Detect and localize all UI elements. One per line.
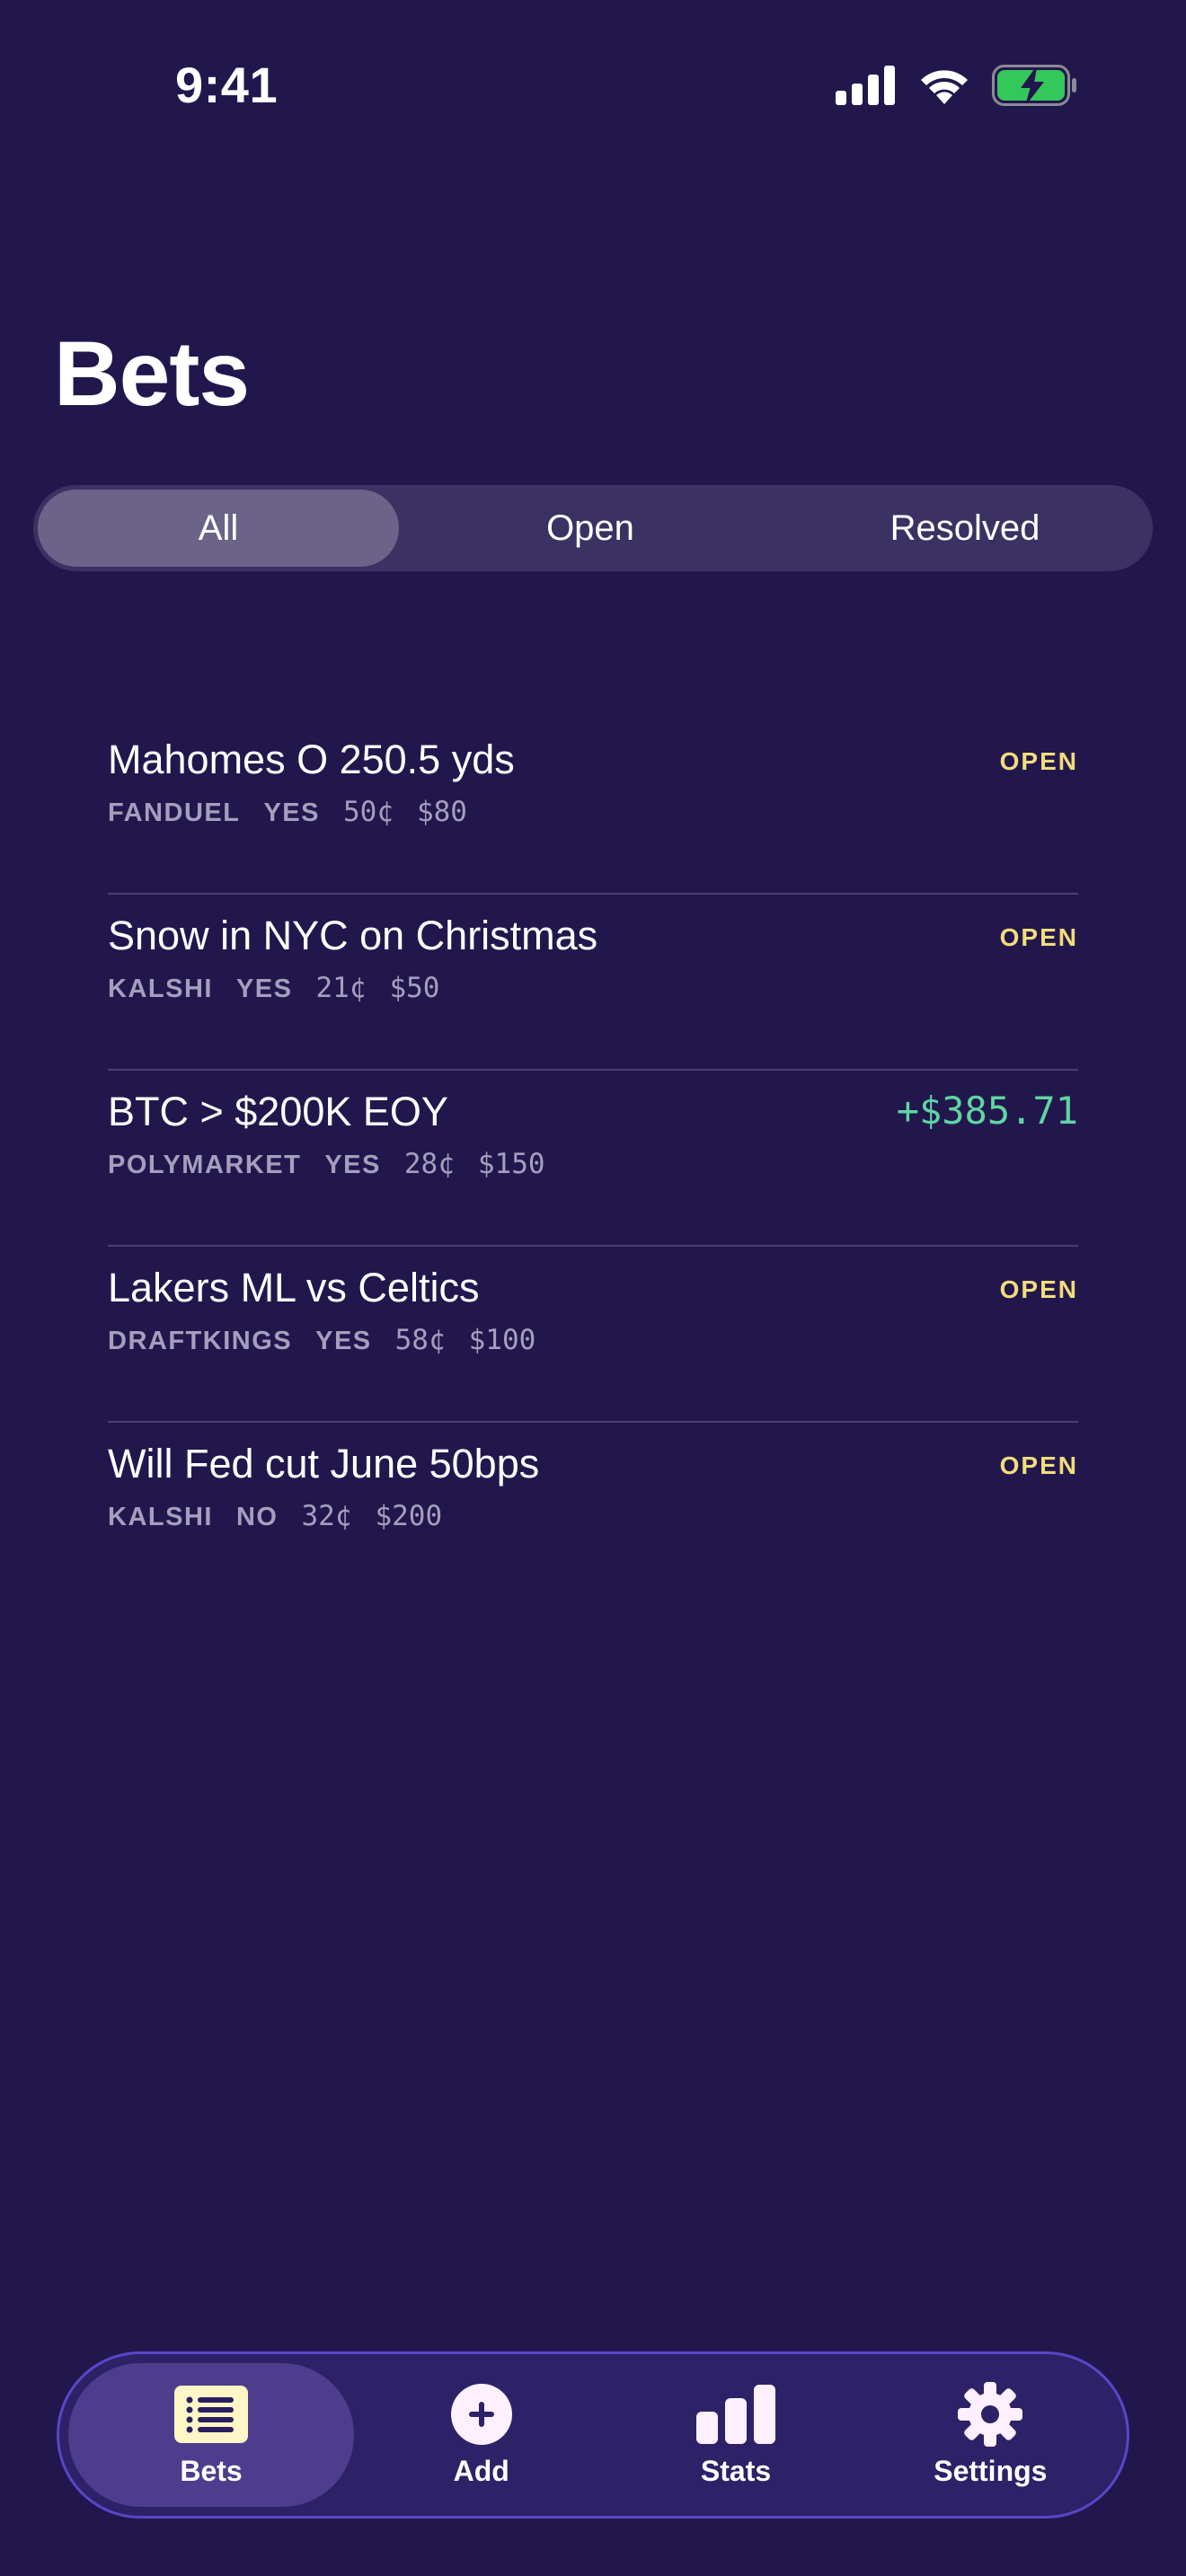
- bet-book: POLYMARKET: [108, 1151, 302, 1179]
- bet-book: FANDUEL: [108, 798, 241, 827]
- list-icon: [174, 2383, 249, 2446]
- bet-meta: FANDUEL YES 50¢ $80: [108, 796, 467, 828]
- bet-title: Will Fed cut June 50bps: [108, 1441, 540, 1486]
- bet-pnl: +$385.71: [896, 1089, 1078, 1133]
- bet-side: NO: [235, 1503, 279, 1531]
- bet-row[interactable]: Mahomes O 250.5 yds FANDUEL YES 50¢ $80 …: [108, 719, 1078, 895]
- bet-stake: $50: [389, 972, 440, 1004]
- wifi-icon: [921, 70, 968, 104]
- bet-stake: $80: [416, 796, 467, 828]
- tab-bar: Bets Add Stats Settings: [57, 2351, 1129, 2519]
- bet-price: 32¢: [301, 1500, 352, 1532]
- bet-meta: DRAFTKINGS YES 58¢ $100: [108, 1324, 535, 1356]
- status-icons: [836, 65, 1078, 106]
- segment-open[interactable]: Open: [399, 490, 782, 567]
- bet-row[interactable]: BTC > $200K EOY POLYMARKET YES 28¢ $150 …: [108, 1071, 1078, 1247]
- gear-icon: [957, 2381, 1023, 2447]
- bet-status-badge: OPEN: [999, 747, 1078, 775]
- bet-price: 28¢: [403, 1148, 455, 1180]
- bet-price: 21¢: [315, 972, 367, 1004]
- bet-status-badge: OPEN: [999, 1451, 1078, 1479]
- tab-label: Stats: [700, 2454, 772, 2487]
- bet-title: BTC > $200K EOY: [108, 1089, 448, 1134]
- tab-stats[interactable]: Stats: [608, 2363, 863, 2507]
- bet-meta: KALSHI YES 21¢ $50: [108, 972, 439, 1004]
- bet-row[interactable]: Snow in NYC on Christmas KALSHI YES 21¢ …: [108, 895, 1078, 1071]
- bet-status-badge: OPEN: [999, 923, 1078, 951]
- bet-title: Snow in NYC on Christmas: [108, 913, 598, 958]
- segment-resolved[interactable]: Resolved: [782, 490, 1148, 567]
- tab-label: Bets: [180, 2454, 243, 2487]
- battery-charging-icon: [992, 65, 1076, 106]
- bet-title: Lakers ML vs Celtics: [108, 1265, 480, 1310]
- tab-label: Settings: [934, 2454, 1048, 2487]
- bet-meta: KALSHI NO 32¢ $200: [108, 1500, 442, 1532]
- bet-price: 58¢: [394, 1324, 446, 1356]
- bet-row[interactable]: Will Fed cut June 50bps KALSHI NO 32¢ $2…: [108, 1423, 1078, 1599]
- bet-book: DRAFTKINGS: [108, 1327, 293, 1355]
- plus-circle-icon: [450, 2383, 513, 2446]
- filter-segmented-control: All Open Resolved: [33, 485, 1153, 571]
- status-time: 9:41: [175, 57, 279, 113]
- bet-side: YES: [315, 1327, 372, 1355]
- bet-price: 50¢: [342, 796, 394, 828]
- bet-status-badge: OPEN: [999, 1275, 1078, 1303]
- cellular-signal-icon: [836, 66, 895, 105]
- tab-add[interactable]: Add: [354, 2363, 608, 2507]
- screen: 9:41 Bets All Open Resolved Mahomes O 25…: [0, 0, 1186, 2576]
- bet-book: KALSHI: [108, 1503, 213, 1531]
- bet-side: YES: [263, 798, 320, 827]
- segment-all[interactable]: All: [38, 490, 399, 567]
- bet-meta: POLYMARKET YES 28¢ $150: [108, 1148, 545, 1180]
- bet-title: Mahomes O 250.5 yds: [108, 737, 515, 782]
- bet-list: Mahomes O 250.5 yds FANDUEL YES 50¢ $80 …: [108, 719, 1078, 1599]
- bet-side: YES: [324, 1151, 381, 1179]
- tab-settings[interactable]: Settings: [863, 2363, 1118, 2507]
- status-bar: 9:41: [0, 0, 1186, 171]
- bet-stake: $100: [468, 1324, 536, 1356]
- page-title: Bets: [54, 322, 250, 425]
- tab-label: Add: [453, 2454, 509, 2487]
- bet-side: YES: [235, 975, 293, 1003]
- bet-row[interactable]: Lakers ML vs Celtics DRAFTKINGS YES 58¢ …: [108, 1247, 1078, 1423]
- bet-stake: $200: [375, 1500, 443, 1532]
- tab-bets[interactable]: Bets: [68, 2363, 355, 2507]
- bar-chart-icon: [696, 2383, 776, 2446]
- bet-stake: $150: [477, 1148, 545, 1180]
- bet-book: KALSHI: [108, 975, 213, 1003]
